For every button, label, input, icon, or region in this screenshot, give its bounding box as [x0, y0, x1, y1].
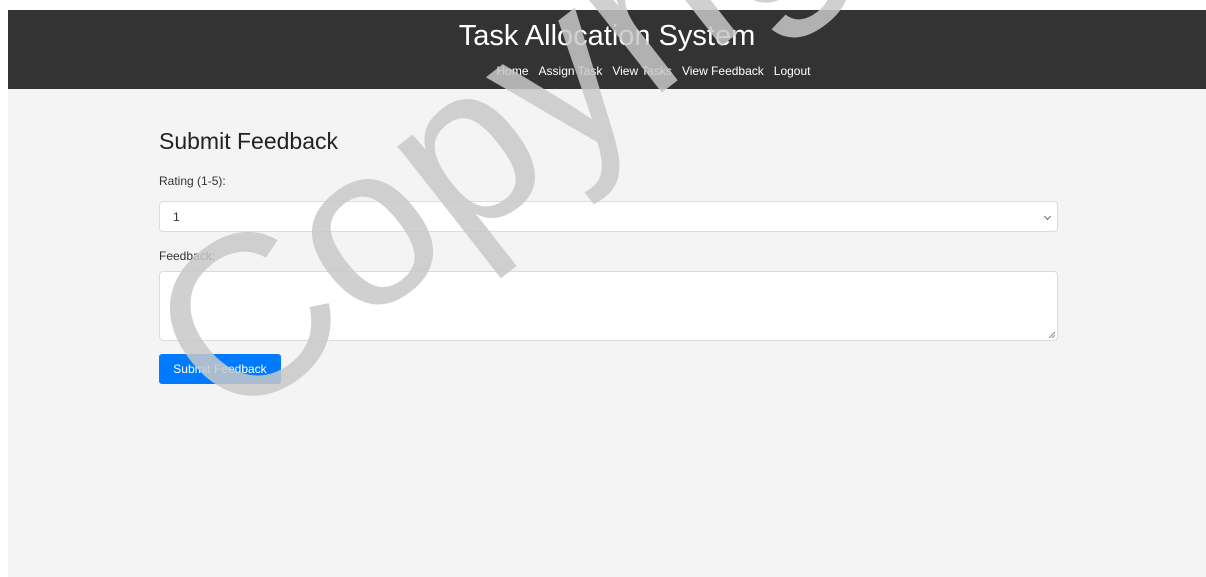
nav-link-home[interactable]: Home	[497, 63, 529, 79]
resize-handle-icon[interactable]	[1048, 331, 1055, 338]
feedback-textarea[interactable]	[159, 271, 1058, 341]
main-nav: Home Assign Task View Tasks View Feedbac…	[8, 63, 1206, 79]
rating-label: Rating (1-5):	[159, 174, 226, 188]
page: Task Allocation System Home Assign Task …	[8, 10, 1206, 577]
rating-select[interactable]: 1	[159, 201, 1058, 232]
site-title: Task Allocation System	[458, 20, 756, 52]
feedback-label: Feedback:	[159, 249, 216, 263]
chevron-down-icon	[1043, 212, 1052, 221]
nav-link-logout[interactable]: Logout	[774, 63, 811, 79]
nav-link-view-feedback[interactable]: View Feedback	[682, 63, 764, 79]
rating-selected-value: 1	[173, 210, 180, 224]
site-header: Task Allocation System Home Assign Task …	[8, 10, 1206, 89]
nav-link-view-tasks[interactable]: View Tasks	[612, 63, 672, 79]
submit-feedback-button[interactable]: Submit Feedback	[159, 354, 281, 384]
page-title: Submit Feedback	[159, 128, 338, 154]
nav-link-assign-task[interactable]: Assign Task	[539, 63, 603, 79]
